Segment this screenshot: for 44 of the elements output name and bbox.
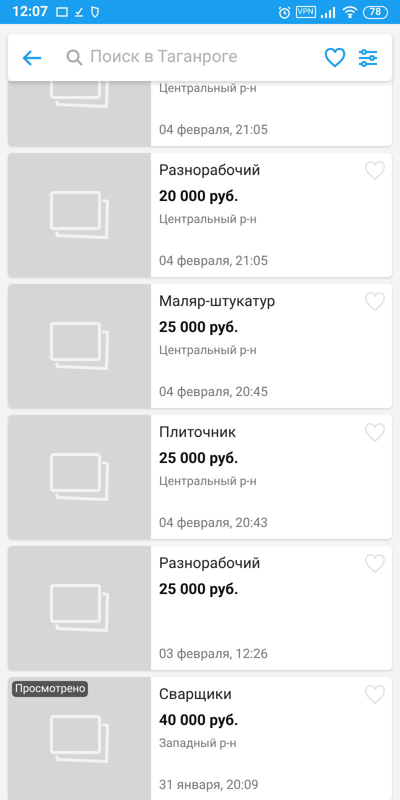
listing-title: Сварщики bbox=[159, 685, 232, 703]
signal-icon bbox=[320, 6, 337, 18]
listing-date: 04 февраля, 20:45 bbox=[159, 384, 269, 402]
listing-price: 25 000 руб. bbox=[159, 449, 238, 467]
listing-district: Центральный р-н bbox=[159, 474, 257, 488]
listing-date: 03 февраля, 12:26 bbox=[159, 646, 269, 664]
listing-price: 25 000 руб. bbox=[159, 580, 238, 598]
listing-date: 04 февраля, 21:05 bbox=[159, 122, 269, 140]
listing-title: Разнорабочий bbox=[159, 161, 260, 179]
image-placeholder-icon bbox=[50, 715, 109, 763]
listing-card[interactable]: Разнорабочий 20 000 руб. Центральный р-н 04 февраля, 21:05 bbox=[8, 153, 392, 277]
listing-price: 25 000 руб. bbox=[159, 318, 238, 336]
listing-title: Маляр-штукатур bbox=[159, 292, 276, 310]
listing-price: 20 000 руб. bbox=[159, 187, 238, 205]
wifi-icon bbox=[342, 6, 358, 18]
listing-card[interactable]: Плиточник 25 000 руб. Центральный р-н 04 февраля, 20:43 bbox=[8, 415, 392, 539]
listing-price: 40 000 руб. bbox=[159, 711, 238, 729]
status-time: 12:07 bbox=[12, 2, 48, 22]
listing-date: 04 февраля, 20:43 bbox=[159, 514, 269, 532]
search-field[interactable]: Поиск в Таганроге bbox=[66, 44, 324, 70]
alarm-icon bbox=[278, 6, 291, 18]
listing-card[interactable]: Просмотрено Сварщики 40 000 руб. Западный р-н 31 января, 20:09 bbox=[8, 677, 392, 800]
favorite-icon[interactable] bbox=[324, 48, 346, 68]
listing-card[interactable]: Разнорабочий 25 000 руб. 03 февраля, 12:26 bbox=[8, 546, 392, 670]
vpn-badge: VPN bbox=[296, 6, 316, 18]
listing-district: Западный р-н bbox=[159, 736, 236, 750]
listing-district: Центральный р-н bbox=[159, 343, 257, 357]
back-arrow-icon[interactable] bbox=[22, 48, 42, 66]
image-placeholder-icon bbox=[50, 191, 109, 239]
listing-title: Разнорабочий bbox=[159, 554, 260, 572]
image-placeholder-icon bbox=[50, 453, 109, 501]
image-placeholder-icon bbox=[50, 584, 109, 632]
listing-date: 31 января, 20:09 bbox=[159, 776, 260, 794]
listing-title: Плиточник bbox=[159, 423, 236, 441]
listing-district: Центральный р-н bbox=[159, 212, 257, 226]
listing-card[interactable]: Центральный р-н 04 февраля, 21:05 bbox=[8, 81, 392, 146]
viewed-badge: Просмотрено bbox=[12, 681, 88, 697]
search-icon bbox=[66, 48, 84, 66]
battery-indicator: 78 bbox=[362, 6, 388, 18]
filter-icon[interactable] bbox=[358, 48, 378, 66]
listing-date: 04 февраля, 21:05 bbox=[159, 252, 269, 270]
listing-district: Центральный р-н bbox=[159, 81, 257, 95]
listing-card[interactable]: Маляр-штукатур 25 000 руб. Центральный р-н 04 февраля, 20:45 bbox=[8, 284, 392, 408]
image-placeholder-icon bbox=[50, 322, 109, 370]
